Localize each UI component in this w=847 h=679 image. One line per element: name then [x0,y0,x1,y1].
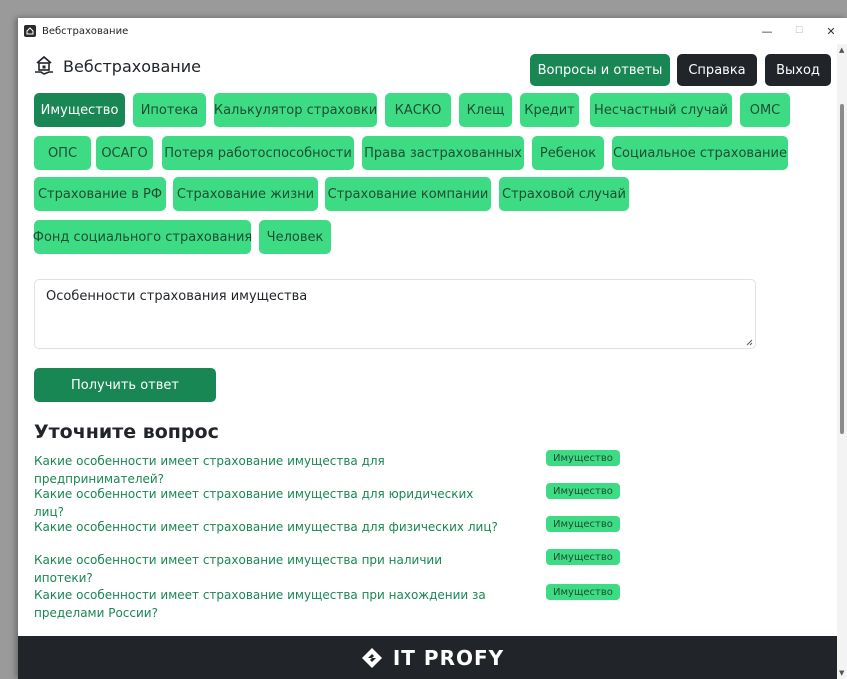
category-neschastny-sluchay[interactable]: Несчастный случай [590,93,732,127]
suggestion-tag: Имущество [546,516,620,532]
question-text: Особенности страхования имущества [46,289,308,304]
app-window: Вебстрахование — ☐ ✕ Вебстрахование Вопр… [18,18,847,679]
suggestion-tag: Имущество [546,483,620,499]
suggestion-tag: Имущество [546,549,620,565]
category-strakhovanie-kompanii[interactable]: Страхование компании [325,177,491,211]
category-poterya-rabotosposobnosti[interactable]: Потеря работоспособности [162,136,354,170]
resize-grip-icon[interactable] [745,338,753,346]
category-imushchestvo[interactable]: Имущество [34,93,125,127]
suggestion-tag: Имущество [546,584,620,600]
category-chelovek[interactable]: Человек [259,220,331,254]
refine-title: Уточните вопрос [34,421,219,443]
scroll-up-icon[interactable]: ▲ [839,46,844,54]
maximize-button[interactable]: ☐ [787,18,811,44]
category-rebenok[interactable]: Ребенок [532,136,604,170]
category-ops[interactable]: ОПС [34,136,91,170]
category-strakhovoy-sluchay[interactable]: Страховой случай [499,177,629,211]
scrollbar[interactable]: ▲ ▼ [837,44,847,679]
category-strakhovanie-zhizni[interactable]: Страхование жизни [173,177,318,211]
diamond-logo-icon [361,647,382,668]
scroll-down-icon[interactable]: ▼ [839,669,844,677]
category-kasko[interactable]: КАСКО [385,93,451,127]
scrollbar-thumb[interactable] [840,104,844,434]
suggestion-link[interactable]: Какие особенности имеет страхование имущ… [34,485,504,521]
logout-button[interactable]: Выход [765,54,831,86]
title-bar: Вебстрахование — ☐ ✕ [18,18,847,44]
house-hand-icon [35,55,53,75]
suggestion-link[interactable]: Какие особенности имеет страхование имущ… [34,452,504,488]
footer: IT PROFY [18,636,847,679]
category-strakhovanie-v-rf[interactable]: Страхование в РФ [34,177,166,211]
app-icon [24,25,36,37]
category-osago[interactable]: ОСАГО [96,136,153,170]
suggestion-link[interactable]: Какие особенности имеет страхование имущ… [34,551,504,587]
brand-title: Вебстрахование [63,57,201,76]
category-ipoteka[interactable]: Ипотека [133,93,206,127]
footer-brand: IT PROFY [392,645,505,670]
category-calculator[interactable]: Калькулятор страховки [214,93,377,127]
category-prava-zastrakhovannykh[interactable]: Права застрахованных [362,136,524,170]
category-fond-sots-strakhovaniya[interactable]: Фонд социального страхования [33,220,252,254]
suggestion-link[interactable]: Какие особенности имеет страхование имущ… [34,518,504,536]
category-kleshch[interactable]: Клещ [459,93,512,127]
question-input[interactable]: Особенности страхования имущества [34,279,756,349]
window-title: Вебстрахование [42,25,129,37]
category-kredit[interactable]: Кредит [520,93,579,127]
close-button[interactable]: ✕ [819,18,843,44]
suggestion-tag: Имущество [546,450,620,466]
minimize-button[interactable]: — [755,18,779,44]
category-sotsialnoe-strakhovanie[interactable]: Социальное страхование [612,136,788,170]
faq-button[interactable]: Вопросы и ответы [530,54,670,86]
category-oms[interactable]: ОМС [740,93,790,127]
suggestion-link[interactable]: Какие особенности имеет страхование имущ… [34,586,504,622]
help-button[interactable]: Справка [677,54,757,86]
get-answer-button[interactable]: Получить ответ [34,368,216,402]
app-header: Вебстрахование Вопросы и ответы Справка … [18,44,847,90]
